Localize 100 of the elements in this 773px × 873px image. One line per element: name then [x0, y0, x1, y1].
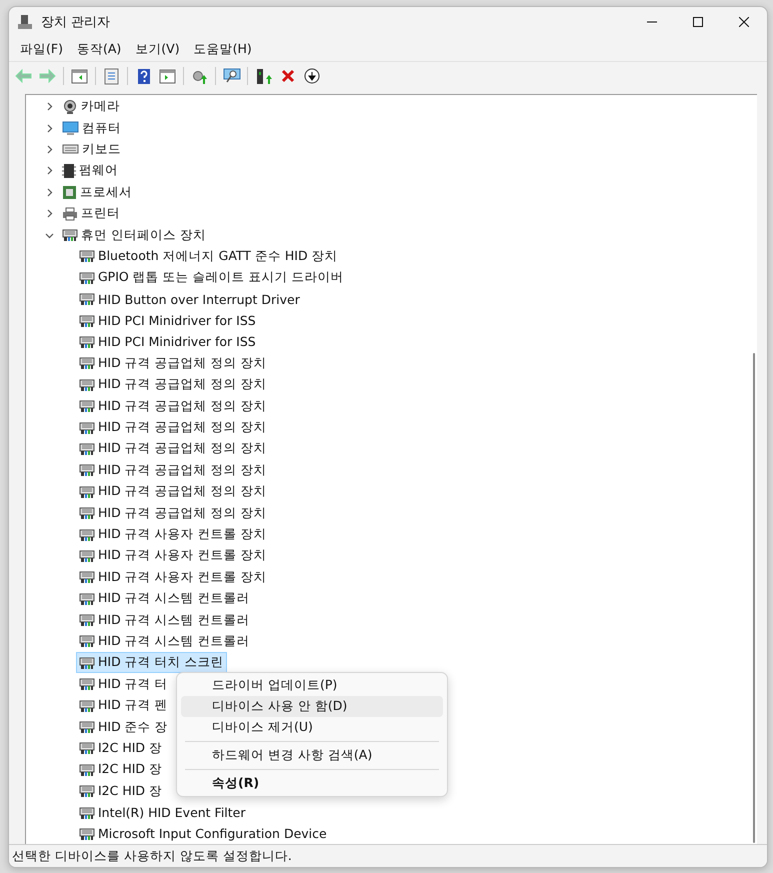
- tree-item[interactable]: HID PCI Minidriver for ISS: [76, 310, 259, 332]
- keyboard-device-icon: [79, 506, 95, 520]
- menu-item[interactable]: 동작(A): [70, 40, 128, 58]
- keyboard-device-icon: [79, 741, 95, 756]
- keyboard-device-icon: [79, 570, 95, 584]
- expand-chevron-icon[interactable]: [45, 209, 54, 218]
- keyboard-device-icon: [79, 677, 95, 692]
- tree-item[interactable]: HID 규격 공급업체 정의 장치: [76, 396, 270, 417]
- tree-item[interactable]: HID 규격 공급업체 정의 장치: [76, 417, 270, 438]
- tree-item[interactable]: 카메라: [59, 96, 123, 118]
- tree-item[interactable]: 컴퓨터: [59, 118, 124, 139]
- tree-item[interactable]: HID 규격 공급업체 정의 장치: [76, 481, 270, 502]
- tree-item[interactable]: I2C HID 장: [76, 738, 166, 759]
- down-arrow-circle-icon: [304, 68, 320, 84]
- tree-item[interactable]: HID 규격 시스템 컨트롤러: [76, 610, 253, 631]
- pane-icon: [159, 68, 176, 84]
- tree-item[interactable]: HID PCI Minidriver for ISS: [76, 331, 259, 352]
- tree-item[interactable]: HID 규격 시스템 컨트롤러: [76, 588, 253, 610]
- pane-icon: [71, 68, 88, 84]
- help-icon: [136, 68, 150, 84]
- context-menu-item[interactable]: 속성(R): [181, 773, 443, 794]
- keyboard-device-icon: [79, 442, 95, 456]
- tree-item[interactable]: I2C HID 장: [76, 780, 166, 802]
- tree-item[interactable]: HID 규격 공급업체 정의 장치: [76, 352, 270, 374]
- tree-item[interactable]: 휴먼 인터페이스 장치: [59, 224, 209, 246]
- tree-item[interactable]: HID 규격 사용자 컨트롤 장치: [76, 524, 270, 545]
- tree-item[interactable]: GPIO 랩톱 또는 슬레이트 표시기 드라이버: [76, 267, 347, 288]
- monitor-icon: [62, 120, 79, 136]
- tree-item[interactable]: HID Button over Interrupt Driver: [76, 288, 303, 310]
- window-title: 장치 관리자: [41, 14, 112, 31]
- device-arrow-icon: [255, 68, 272, 84]
- keyboard-device-icon: [79, 484, 95, 499]
- menu-item[interactable]: 도움말(H): [186, 40, 259, 58]
- scrollbar-thumb[interactable]: [753, 353, 755, 843]
- tree-item[interactable]: HID 규격 시스템 컨트롤러: [76, 630, 253, 652]
- expand-chevron-icon[interactable]: [45, 102, 54, 112]
- keyboard-device-icon: [79, 334, 95, 349]
- status-text: 선택한 디바이스를 사용하지 않도록 설정합니다.: [12, 848, 292, 864]
- keyboard-device-icon: [79, 784, 95, 798]
- keyboard-device-icon: [79, 698, 95, 713]
- keyboard-device-icon: [79, 548, 95, 563]
- keyboard-device-icon: [79, 420, 95, 435]
- tree-item[interactable]: 프로세서: [59, 182, 135, 203]
- keyboard-device-icon: [79, 826, 95, 841]
- tree-item[interactable]: HID 규격 공급업체 정의 장치: [76, 460, 270, 481]
- tree-item[interactable]: HID 규격 사용자 컨트롤 장치: [76, 545, 270, 566]
- keyboard-device-icon: [79, 613, 95, 628]
- keyboard-icon: [62, 143, 79, 156]
- printer-icon: [62, 206, 78, 221]
- expand-chevron-icon[interactable]: [45, 188, 54, 197]
- tree-item[interactable]: HID 규격 터: [76, 674, 171, 695]
- context-menu-item[interactable]: 드라이버 업데이트(P): [181, 675, 443, 696]
- keyboard-device-icon: [79, 762, 95, 777]
- keyboard-device-icon: [79, 806, 95, 820]
- expand-chevron-icon[interactable]: [45, 166, 54, 176]
- menu-item[interactable]: 파일(F): [13, 40, 70, 58]
- maximize-icon: [693, 17, 703, 27]
- tree-item[interactable]: HID 규격 터치 스크린: [76, 652, 227, 674]
- keyboard-device-icon: [79, 528, 95, 542]
- tree-item[interactable]: Bluetooth 저에너지 GATT 준수 HID 장치: [76, 246, 341, 267]
- context-menu-item[interactable]: 디바이스 사용 안 함(D): [181, 696, 443, 717]
- tree-item[interactable]: HID 준수 장: [76, 716, 171, 738]
- tree-item[interactable]: 펌웨어: [59, 160, 121, 182]
- tree-item[interactable]: HID 규격 공급업체 정의 장치: [76, 438, 270, 460]
- keyboard-device-icon: [79, 656, 95, 670]
- tree-item[interactable]: Microsoft Input Configuration Device: [76, 823, 330, 844]
- tree-item[interactable]: HID 규격 공급업체 정의 장치: [76, 502, 270, 524]
- processor-icon: [62, 184, 77, 200]
- context-menu-item[interactable]: 디바이스 제거(U): [181, 717, 443, 738]
- tree-item[interactable]: 키보드: [59, 138, 124, 160]
- webcam-icon: [62, 98, 78, 115]
- menu-item[interactable]: 보기(V): [128, 40, 187, 58]
- properties-icon: [104, 68, 119, 84]
- keyboard-device-icon: [62, 228, 78, 242]
- keyboard-device-icon: [79, 592, 95, 606]
- x-icon: [280, 69, 294, 83]
- keyboard-device-icon: [79, 356, 95, 370]
- tree-item[interactable]: Intel(R) HID Event Filter: [76, 802, 249, 824]
- expand-chevron-icon[interactable]: [45, 144, 54, 154]
- keyboard-device-icon: [79, 720, 95, 734]
- keyboard-device-icon: [79, 314, 95, 328]
- keyboard-device-icon: [79, 634, 95, 648]
- keyboard-device-icon: [79, 399, 95, 414]
- tree-item[interactable]: HID 규격 사용자 컨트롤 장치: [76, 566, 270, 588]
- monitor-search-icon: [222, 68, 240, 84]
- keyboard-device-icon: [79, 270, 95, 285]
- context-menu-item[interactable]: 하드웨어 변경 사항 검색(A): [181, 745, 443, 766]
- device-manager-icon: [17, 14, 33, 30]
- collapse-chevron-icon[interactable]: [45, 230, 54, 240]
- keyboard-device-icon: [79, 292, 95, 306]
- tree-item[interactable]: HID 규격 펜: [76, 695, 171, 716]
- back-arrow-icon: [15, 69, 32, 83]
- keyboard-device-icon: [79, 378, 95, 392]
- close-icon: [739, 17, 749, 27]
- tree-item[interactable]: I2C HID 장: [76, 759, 166, 780]
- chip-icon: [62, 162, 76, 179]
- tree-item[interactable]: HID 규격 공급업체 정의 장치: [76, 374, 270, 396]
- keyboard-device-icon: [79, 463, 95, 478]
- tree-item[interactable]: 프린터: [59, 203, 123, 224]
- expand-chevron-icon[interactable]: [45, 124, 54, 133]
